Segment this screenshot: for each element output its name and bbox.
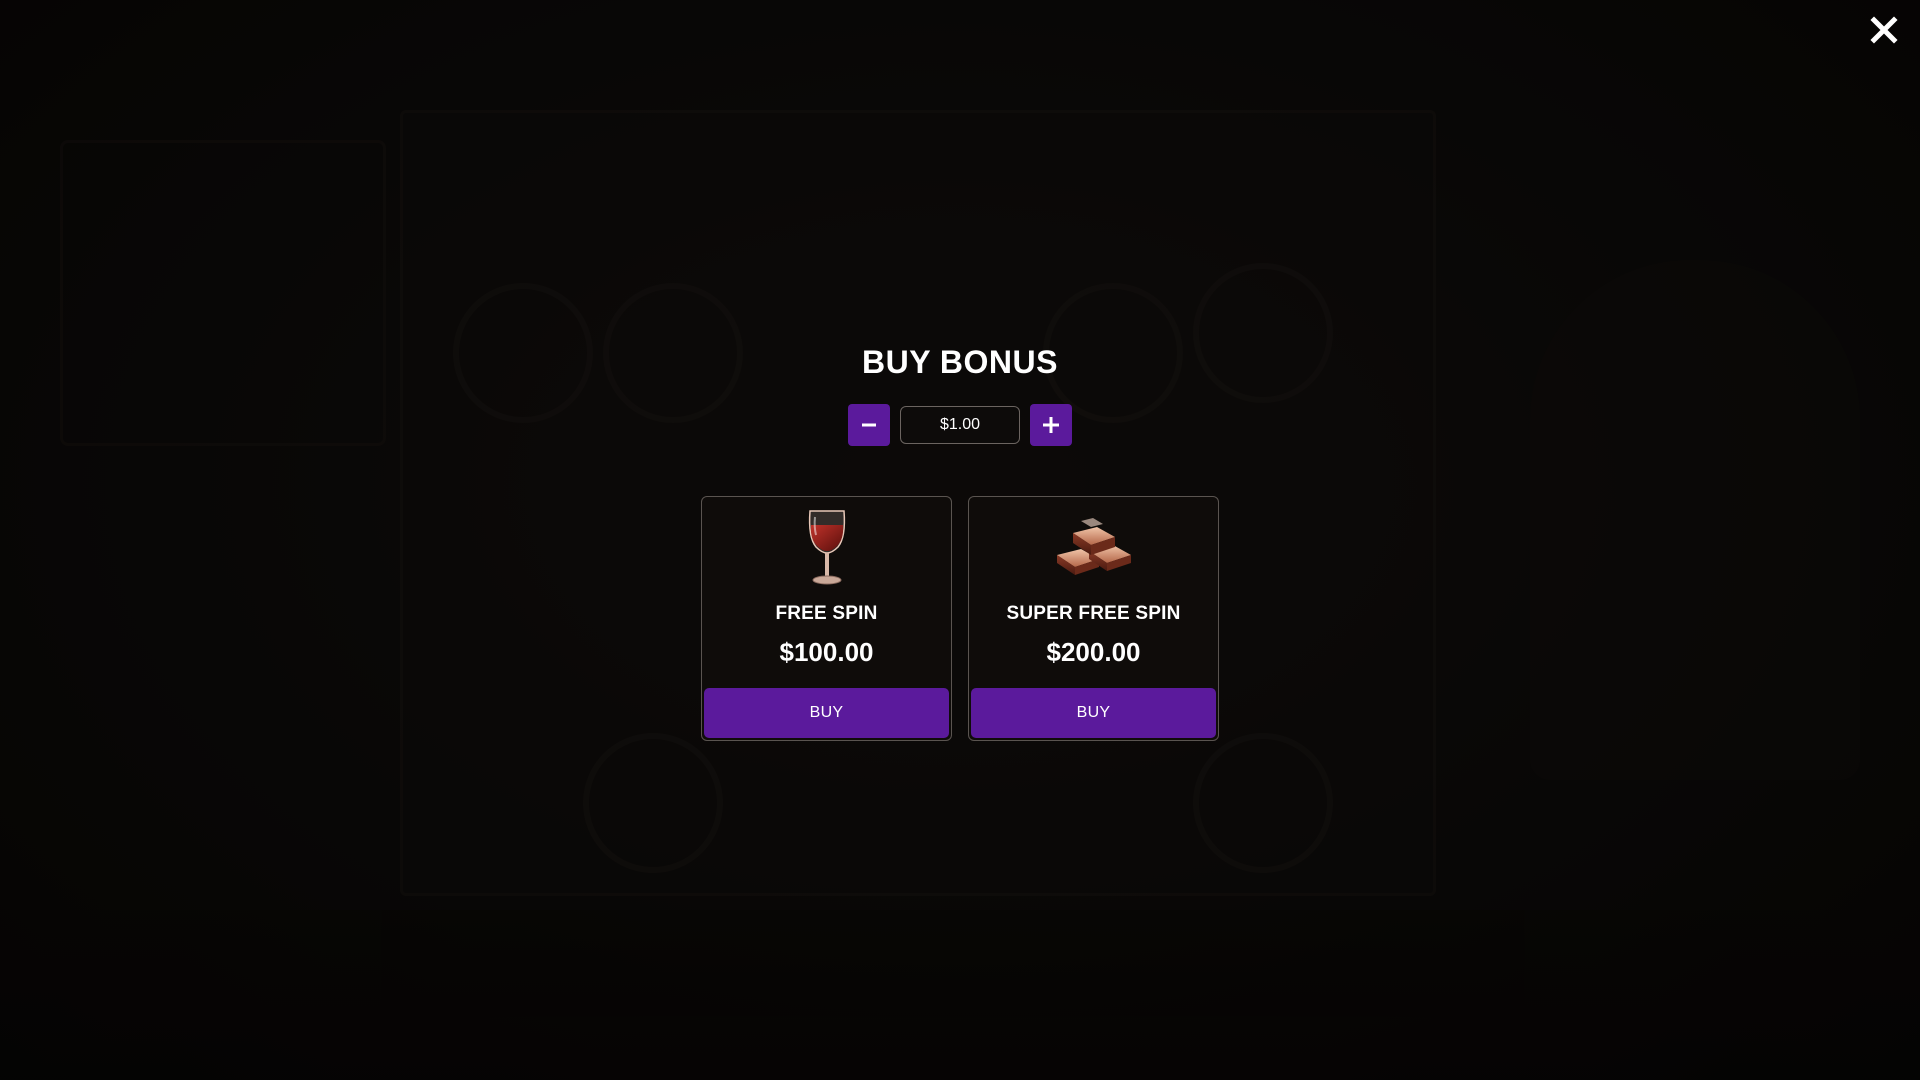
buy-bonus-modal: BUY BONUS $1.00 FREE SPIN $100.00 BUY SU…	[0, 340, 1920, 741]
bonus-card-free-spin: FREE SPIN $100.00 BUY	[701, 496, 952, 741]
game-screen: BUY BONUS $1.00 FREE SPIN $100.00 BUY SU…	[0, 0, 1920, 1080]
minus-icon	[862, 423, 876, 427]
buy-super-free-spin-button[interactable]: BUY	[971, 688, 1216, 738]
bonus-name: SUPER FREE SPIN	[1006, 603, 1181, 624]
bonus-price: $200.00	[1046, 637, 1141, 667]
buy-free-spin-button[interactable]: BUY	[704, 688, 949, 738]
close-button[interactable]	[1864, 10, 1904, 50]
close-icon	[1870, 16, 1898, 44]
wine-glass-icon	[782, 507, 872, 587]
gold-bars-icon	[1049, 507, 1139, 587]
bonus-options: FREE SPIN $100.00 BUY SUPER FREE SPIN $2…	[701, 496, 1219, 741]
increase-bet-button[interactable]	[1030, 404, 1072, 446]
decrease-bet-button[interactable]	[848, 404, 890, 446]
bonus-card-super-free-spin: SUPER FREE SPIN $200.00 BUY	[968, 496, 1219, 741]
plus-icon	[1043, 417, 1059, 433]
bonus-price: $100.00	[779, 637, 874, 667]
bet-stepper	[848, 404, 1072, 446]
modal-title: BUY BONUS	[862, 344, 1058, 380]
bet-amount-field[interactable]	[900, 406, 1020, 444]
bonus-name: FREE SPIN	[775, 603, 878, 624]
